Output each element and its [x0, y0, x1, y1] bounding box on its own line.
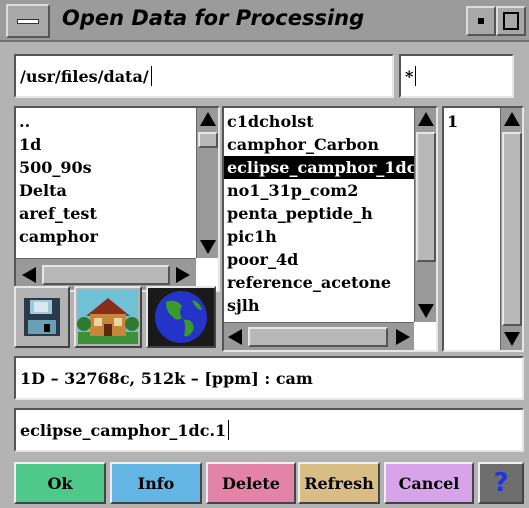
- save-disk-button[interactable]: [14, 286, 70, 348]
- scroll-down-icon: [200, 240, 216, 254]
- file-item[interactable]: c1dcholst: [224, 110, 416, 133]
- scroll-left-icon: [22, 267, 36, 283]
- file-item[interactable]: penta_peptide_h: [224, 202, 416, 225]
- selection-input[interactable]: eclipse_camphor_1dc.1: [14, 408, 524, 452]
- help-button[interactable]: ?: [478, 462, 524, 504]
- path-input[interactable]: /usr/files/data/: [14, 54, 394, 98]
- maximize-button[interactable]: [496, 6, 526, 36]
- ok-button[interactable]: Ok: [14, 462, 106, 504]
- delete-button[interactable]: Delete: [206, 462, 296, 504]
- home-directory-button[interactable]: [74, 286, 142, 348]
- file-hscrollbar[interactable]: [224, 322, 414, 350]
- path-input-value: /usr/files/data/: [20, 66, 149, 86]
- file-item[interactable]: sjlh: [224, 294, 416, 317]
- maximize-icon: [503, 12, 519, 30]
- dialog-body: /usr/files/data/ * .. 1d 500_90s Delta a…: [0, 44, 529, 508]
- floppy-disk-icon: [24, 298, 60, 336]
- text-caret: [415, 66, 417, 86]
- directory-item[interactable]: camphor: [16, 225, 196, 248]
- file-item[interactable]: camphor_Carbon: [224, 133, 416, 156]
- scroll-down-icon: [418, 304, 434, 318]
- experiment-list[interactable]: 1: [442, 106, 524, 352]
- scroll-right-icon: [176, 267, 190, 283]
- text-caret: [150, 66, 152, 86]
- pattern-input[interactable]: *: [399, 54, 514, 98]
- pattern-input-value: *: [405, 66, 414, 86]
- network-button[interactable]: [146, 286, 216, 348]
- file-info-display: 1D – 32768c, 512k – [ppm] : cam: [14, 356, 524, 400]
- file-item[interactable]: no1_31p_com2: [224, 179, 416, 202]
- title-bar: Open Data for Processing: [0, 0, 529, 42]
- info-button[interactable]: Info: [110, 462, 202, 504]
- cancel-button[interactable]: Cancel: [384, 462, 474, 504]
- window-menu-button[interactable]: [6, 4, 50, 38]
- window-title: Open Data for Processing: [62, 6, 365, 30]
- scroll-down-icon: [504, 332, 520, 346]
- minimize-button[interactable]: [466, 6, 496, 36]
- file-hscroll-thumb[interactable]: [248, 327, 388, 347]
- selection-input-value: eclipse_camphor_1dc.1: [20, 420, 227, 440]
- directory-vscroll-thumb[interactable]: [198, 132, 218, 148]
- directory-item[interactable]: 1d: [16, 133, 196, 156]
- experiment-item[interactable]: 1: [444, 110, 500, 133]
- window-menu-icon: [17, 19, 39, 24]
- experiment-vscrollbar[interactable]: [500, 108, 522, 350]
- file-info-text: 1D – 32768c, 512k – [ppm] : cam: [20, 368, 313, 388]
- directory-hscroll-thumb[interactable]: [42, 265, 170, 285]
- directory-item[interactable]: aref_test: [16, 202, 196, 225]
- scroll-right-icon: [396, 329, 410, 345]
- directory-item[interactable]: 500_90s: [16, 156, 196, 179]
- directory-item[interactable]: Delta: [16, 179, 196, 202]
- directory-vscrollbar[interactable]: [196, 108, 218, 258]
- house-icon: [77, 290, 139, 344]
- scroll-up-icon: [200, 112, 216, 126]
- scroll-up-icon: [504, 112, 520, 126]
- scroll-left-icon: [228, 329, 242, 345]
- directory-scroll-arrows: [200, 112, 216, 254]
- file-item-selected[interactable]: eclipse_camphor_1dc: [224, 156, 416, 179]
- refresh-button[interactable]: Refresh: [298, 462, 380, 504]
- text-caret: [228, 420, 230, 440]
- directory-list[interactable]: .. 1d 500_90s Delta aref_test camphor: [14, 106, 220, 292]
- minimize-icon: [478, 18, 484, 24]
- file-item[interactable]: poor_4d: [224, 248, 416, 271]
- globe-icon: [148, 288, 214, 346]
- file-vscroll-thumb[interactable]: [416, 132, 436, 262]
- experiment-vscroll-thumb[interactable]: [502, 132, 522, 326]
- file-item[interactable]: pic1h: [224, 225, 416, 248]
- file-vscrollbar[interactable]: [414, 108, 436, 322]
- scroll-up-icon: [418, 112, 434, 126]
- file-item[interactable]: reference_acetone: [224, 271, 416, 294]
- directory-item[interactable]: ..: [16, 110, 196, 133]
- file-list[interactable]: c1dcholst camphor_Carbon eclipse_camphor…: [222, 106, 438, 352]
